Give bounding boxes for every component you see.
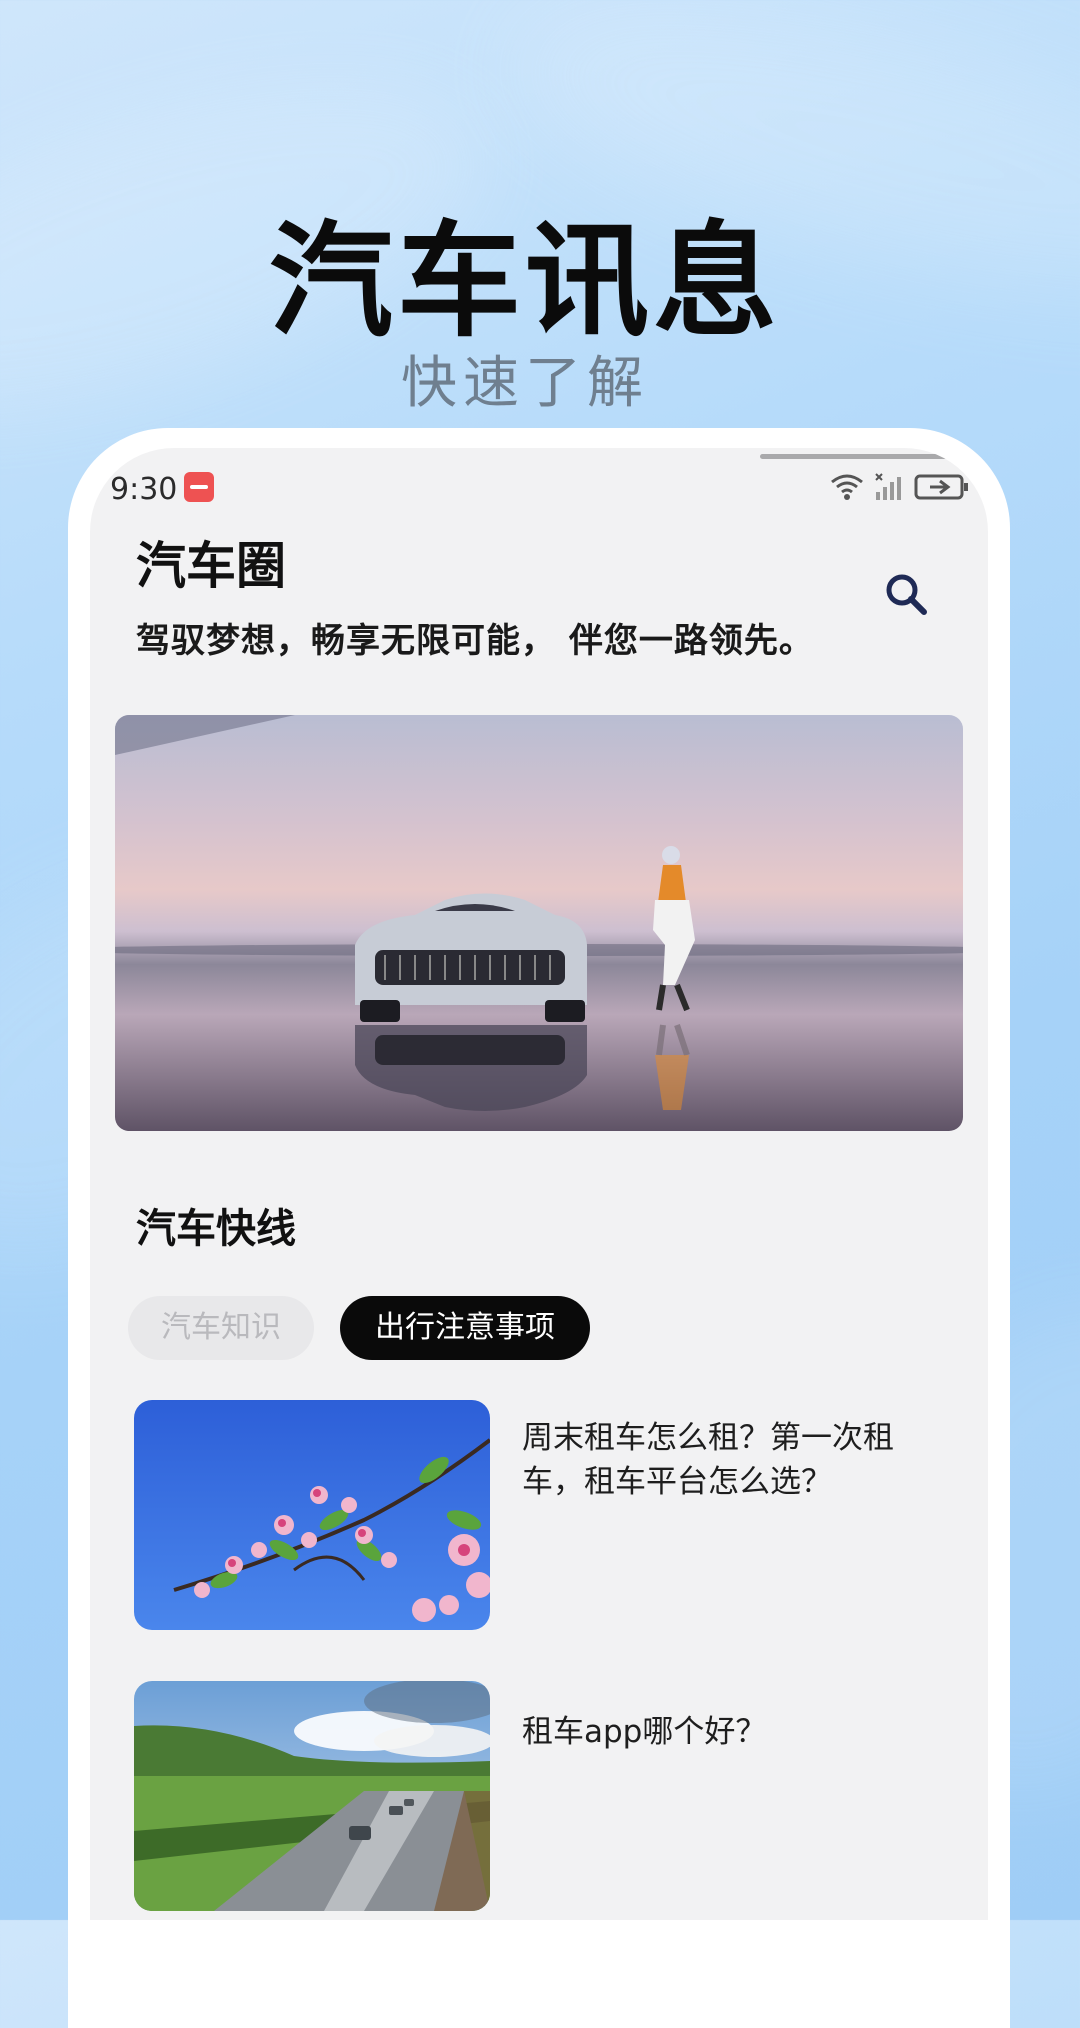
app-slogan: 驾驭梦想，畅享无限可能， 伴您一路领先。 bbox=[136, 621, 814, 661]
search-button[interactable] bbox=[880, 568, 932, 620]
top-indicator bbox=[760, 454, 948, 459]
status-time: 9:30 bbox=[110, 472, 178, 507]
phone-screen: 9:30 汽车圈 驾驭梦想，畅享无限可能， 伴您一路领先。 汽车快线 汽车知识 … bbox=[90, 448, 988, 1920]
flower-image bbox=[134, 1400, 490, 1630]
tab-travel-notes[interactable]: 出行注意事项 bbox=[340, 1296, 590, 1360]
article-thumbnail[interactable] bbox=[134, 1400, 490, 1630]
status-icons bbox=[830, 470, 970, 504]
promo-title: 汽车讯息 bbox=[268, 210, 781, 354]
article-title[interactable]: 租车app哪个好？ bbox=[522, 1710, 922, 1754]
notification-badge-icon bbox=[184, 472, 214, 502]
promo-subtitle: 快速了解 bbox=[401, 351, 649, 416]
banner-car-illustration bbox=[115, 715, 963, 1111]
battery-icon bbox=[914, 474, 968, 500]
road-landscape-image bbox=[134, 1681, 490, 1911]
signal-icon bbox=[875, 473, 901, 500]
app-title: 汽车圈 bbox=[136, 537, 286, 595]
wifi-icon bbox=[831, 474, 863, 500]
article-title[interactable]: 周末租车怎么租？第一次租车，租车平台怎么选？ bbox=[522, 1416, 922, 1504]
article-thumbnail[interactable] bbox=[134, 1681, 490, 1911]
section-title: 汽车快线 bbox=[136, 1206, 296, 1252]
search-icon bbox=[886, 574, 927, 615]
banner-image[interactable] bbox=[115, 715, 963, 1131]
tab-car-knowledge[interactable]: 汽车知识 bbox=[128, 1296, 314, 1360]
